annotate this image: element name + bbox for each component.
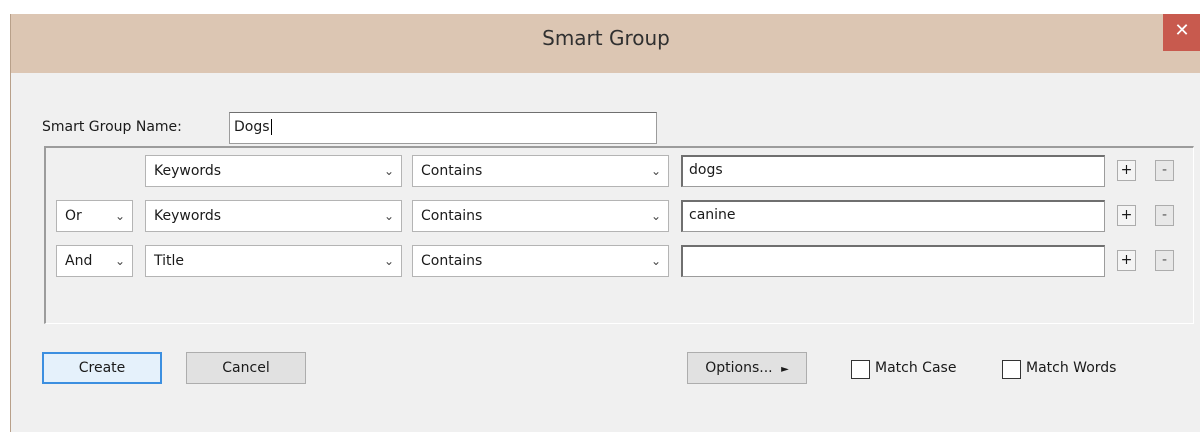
minus-icon: - <box>1161 252 1168 268</box>
title-bar: Smart Group ✕ <box>11 14 1200 73</box>
dialog-body: Smart Group Name: Dogs Keywords ⌄ Contai… <box>11 73 1200 432</box>
match-words-label: Match Words <box>1026 360 1117 376</box>
row-3-operator-select[interactable]: Contains ⌄ <box>412 245 669 277</box>
options-label: Options... <box>705 360 773 376</box>
match-words-checkbox[interactable] <box>1002 360 1021 379</box>
chevron-down-icon: ⌄ <box>383 209 394 223</box>
smart-group-name-input[interactable]: Dogs <box>229 112 657 144</box>
triangle-right-icon: ► <box>781 364 789 375</box>
plus-icon: + <box>1120 207 1133 223</box>
chevron-down-icon: ⌄ <box>650 254 661 268</box>
row-2-operator-value: Contains <box>421 208 483 224</box>
row-2-remove-button[interactable]: - <box>1155 205 1174 226</box>
chevron-down-icon: ⌄ <box>114 209 125 223</box>
chevron-down-icon: ⌄ <box>114 254 125 268</box>
smart-group-dialog: Smart Group ✕ Smart Group Name: Dogs Key… <box>10 14 1200 432</box>
plus-icon: + <box>1120 162 1133 178</box>
smart-group-name-label: Smart Group Name: <box>42 119 182 135</box>
create-button[interactable]: Create <box>42 352 162 384</box>
row-3-connector-select[interactable]: And ⌄ <box>56 245 133 277</box>
row-2-connector-value: Or <box>65 208 82 224</box>
row-2-add-button[interactable]: + <box>1117 205 1136 226</box>
row-2-field-value: Keywords <box>154 208 222 224</box>
row-2-operator-select[interactable]: Contains ⌄ <box>412 200 669 232</box>
dialog-title: Smart Group <box>542 26 670 50</box>
row-1-remove-button[interactable]: - <box>1155 160 1174 181</box>
close-icon: ✕ <box>1174 20 1190 41</box>
minus-icon: - <box>1161 162 1168 178</box>
criteria-panel: Keywords ⌄ Contains ⌄ dogs + - Or ⌄ Keyw… <box>44 146 1194 324</box>
chevron-down-icon: ⌄ <box>650 209 661 223</box>
row-2-value-input[interactable]: canine <box>681 200 1105 232</box>
row-3-operator-value: Contains <box>421 253 483 269</box>
cancel-button[interactable]: Cancel <box>186 352 306 384</box>
row-2-value-text: canine <box>689 207 736 223</box>
row-3-add-button[interactable]: + <box>1117 250 1136 271</box>
row-3-remove-button[interactable]: - <box>1155 250 1174 271</box>
row-3-field-value: Title <box>154 253 185 269</box>
row-1-operator-value: Contains <box>421 163 483 179</box>
row-1-value-text: dogs <box>689 162 723 178</box>
row-2-field-select[interactable]: Keywords ⌄ <box>145 200 402 232</box>
chevron-down-icon: ⌄ <box>650 164 661 178</box>
match-case-label: Match Case <box>875 360 957 376</box>
text-cursor <box>270 119 272 135</box>
row-3-connector-value: And <box>65 253 93 269</box>
row-1-operator-select[interactable]: Contains ⌄ <box>412 155 669 187</box>
row-1-field-value: Keywords <box>154 163 222 179</box>
chevron-down-icon: ⌄ <box>383 254 394 268</box>
chevron-down-icon: ⌄ <box>383 164 394 178</box>
smart-group-name-value: Dogs <box>234 119 270 135</box>
row-3-value-input[interactable] <box>681 245 1105 277</box>
row-1-value-input[interactable]: dogs <box>681 155 1105 187</box>
options-button[interactable]: Options... ► <box>687 352 807 384</box>
row-1-add-button[interactable]: + <box>1117 160 1136 181</box>
minus-icon: - <box>1161 207 1168 223</box>
row-1-field-select[interactable]: Keywords ⌄ <box>145 155 402 187</box>
row-2-connector-select[interactable]: Or ⌄ <box>56 200 133 232</box>
close-button[interactable]: ✕ <box>1163 14 1200 51</box>
match-case-checkbox[interactable] <box>851 360 870 379</box>
row-3-field-select[interactable]: Title ⌄ <box>145 245 402 277</box>
plus-icon: + <box>1120 252 1133 268</box>
